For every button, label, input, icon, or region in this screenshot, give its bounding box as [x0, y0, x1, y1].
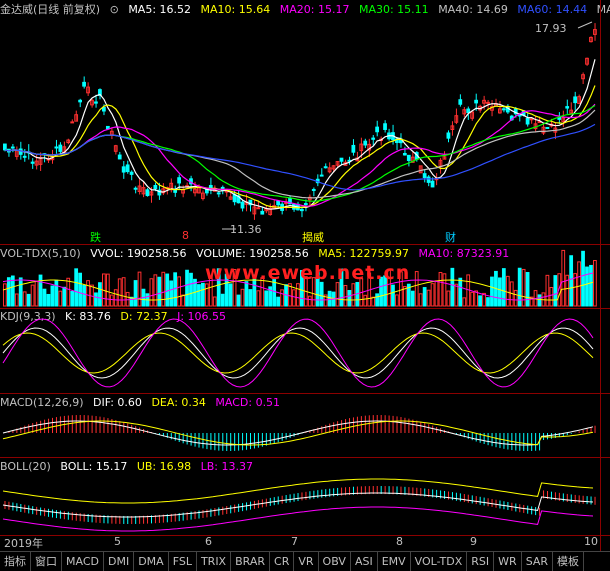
- boll-chart: [2, 478, 596, 532]
- axis-label: 8: [396, 535, 403, 548]
- tab-vr[interactable]: VR: [294, 552, 319, 571]
- axis-label: 10: [584, 535, 598, 548]
- tab-emv[interactable]: EMV: [378, 552, 411, 571]
- axis-label: 2019年: [4, 537, 43, 550]
- axis-label: 7: [291, 535, 298, 548]
- tab-trix[interactable]: TRIX: [197, 552, 232, 571]
- tab-dma[interactable]: DMA: [134, 552, 169, 571]
- tab-brar[interactable]: BRAR: [231, 552, 271, 571]
- tab-indicator[interactable]: 指标: [0, 552, 31, 571]
- tab-template[interactable]: 模板: [553, 552, 585, 571]
- date-axis: 2019年 5 6 7 8 9 10: [0, 535, 600, 550]
- tab-wr[interactable]: WR: [494, 552, 522, 571]
- tab-window[interactable]: 窗口: [31, 552, 62, 571]
- right-border: [600, 0, 601, 570]
- tab-rsi[interactable]: RSI: [467, 552, 495, 571]
- indicator-tab-bar: 指标 窗口 MACD DMI DMA FSL TRIX BRAR CR VR O…: [0, 551, 610, 571]
- axis-label: 9: [470, 535, 477, 548]
- tab-macd[interactable]: MACD: [62, 552, 104, 571]
- tab-cr[interactable]: CR: [270, 552, 295, 571]
- tab-dmi[interactable]: DMI: [104, 552, 135, 571]
- tab-vol-tdx[interactable]: VOL-TDX: [411, 552, 468, 571]
- tab-asi[interactable]: ASI: [351, 552, 378, 571]
- axis-label: 6: [205, 535, 212, 548]
- boll-line: [2, 506, 594, 532]
- axis-label: 5: [114, 535, 121, 548]
- tab-sar[interactable]: SAR: [522, 552, 554, 571]
- tab-obv[interactable]: OBV: [319, 552, 351, 571]
- tab-fsl[interactable]: FSL: [169, 552, 197, 571]
